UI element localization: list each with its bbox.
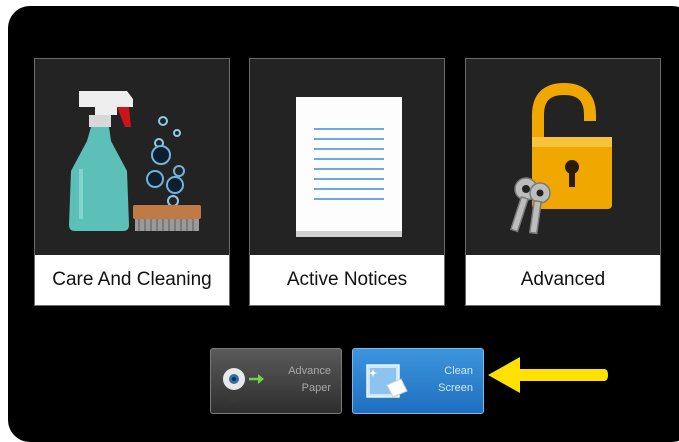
advanced-tile[interactable]: Advanced	[465, 58, 661, 306]
arrow-left-icon	[488, 357, 608, 393]
advance-paper-button[interactable]: Advance Paper	[210, 348, 342, 414]
tile-label: Active Notices	[250, 255, 444, 305]
advance-paper-label-line1: Advance	[288, 365, 331, 377]
advance-paper-label-line2: Paper	[301, 382, 331, 394]
care-and-cleaning-tile[interactable]: Care And Cleaning	[34, 58, 230, 306]
tile-label: Care And Cleaning	[35, 255, 229, 305]
padlock-keys-icon	[509, 82, 612, 235]
document-icon	[296, 97, 402, 237]
clean-screen-icon	[366, 364, 408, 398]
active-notices-tile[interactable]: Active Notices	[249, 58, 445, 306]
tile-label: Advanced	[466, 255, 660, 305]
clean-screen-label-line2: Screen	[438, 382, 473, 394]
clean-screen-label-line1: Clean	[444, 365, 473, 377]
clean-screen-button[interactable]: Clean Screen	[352, 348, 484, 414]
spray-bottle-icon	[69, 91, 201, 231]
paper-roll-icon	[223, 368, 264, 403]
